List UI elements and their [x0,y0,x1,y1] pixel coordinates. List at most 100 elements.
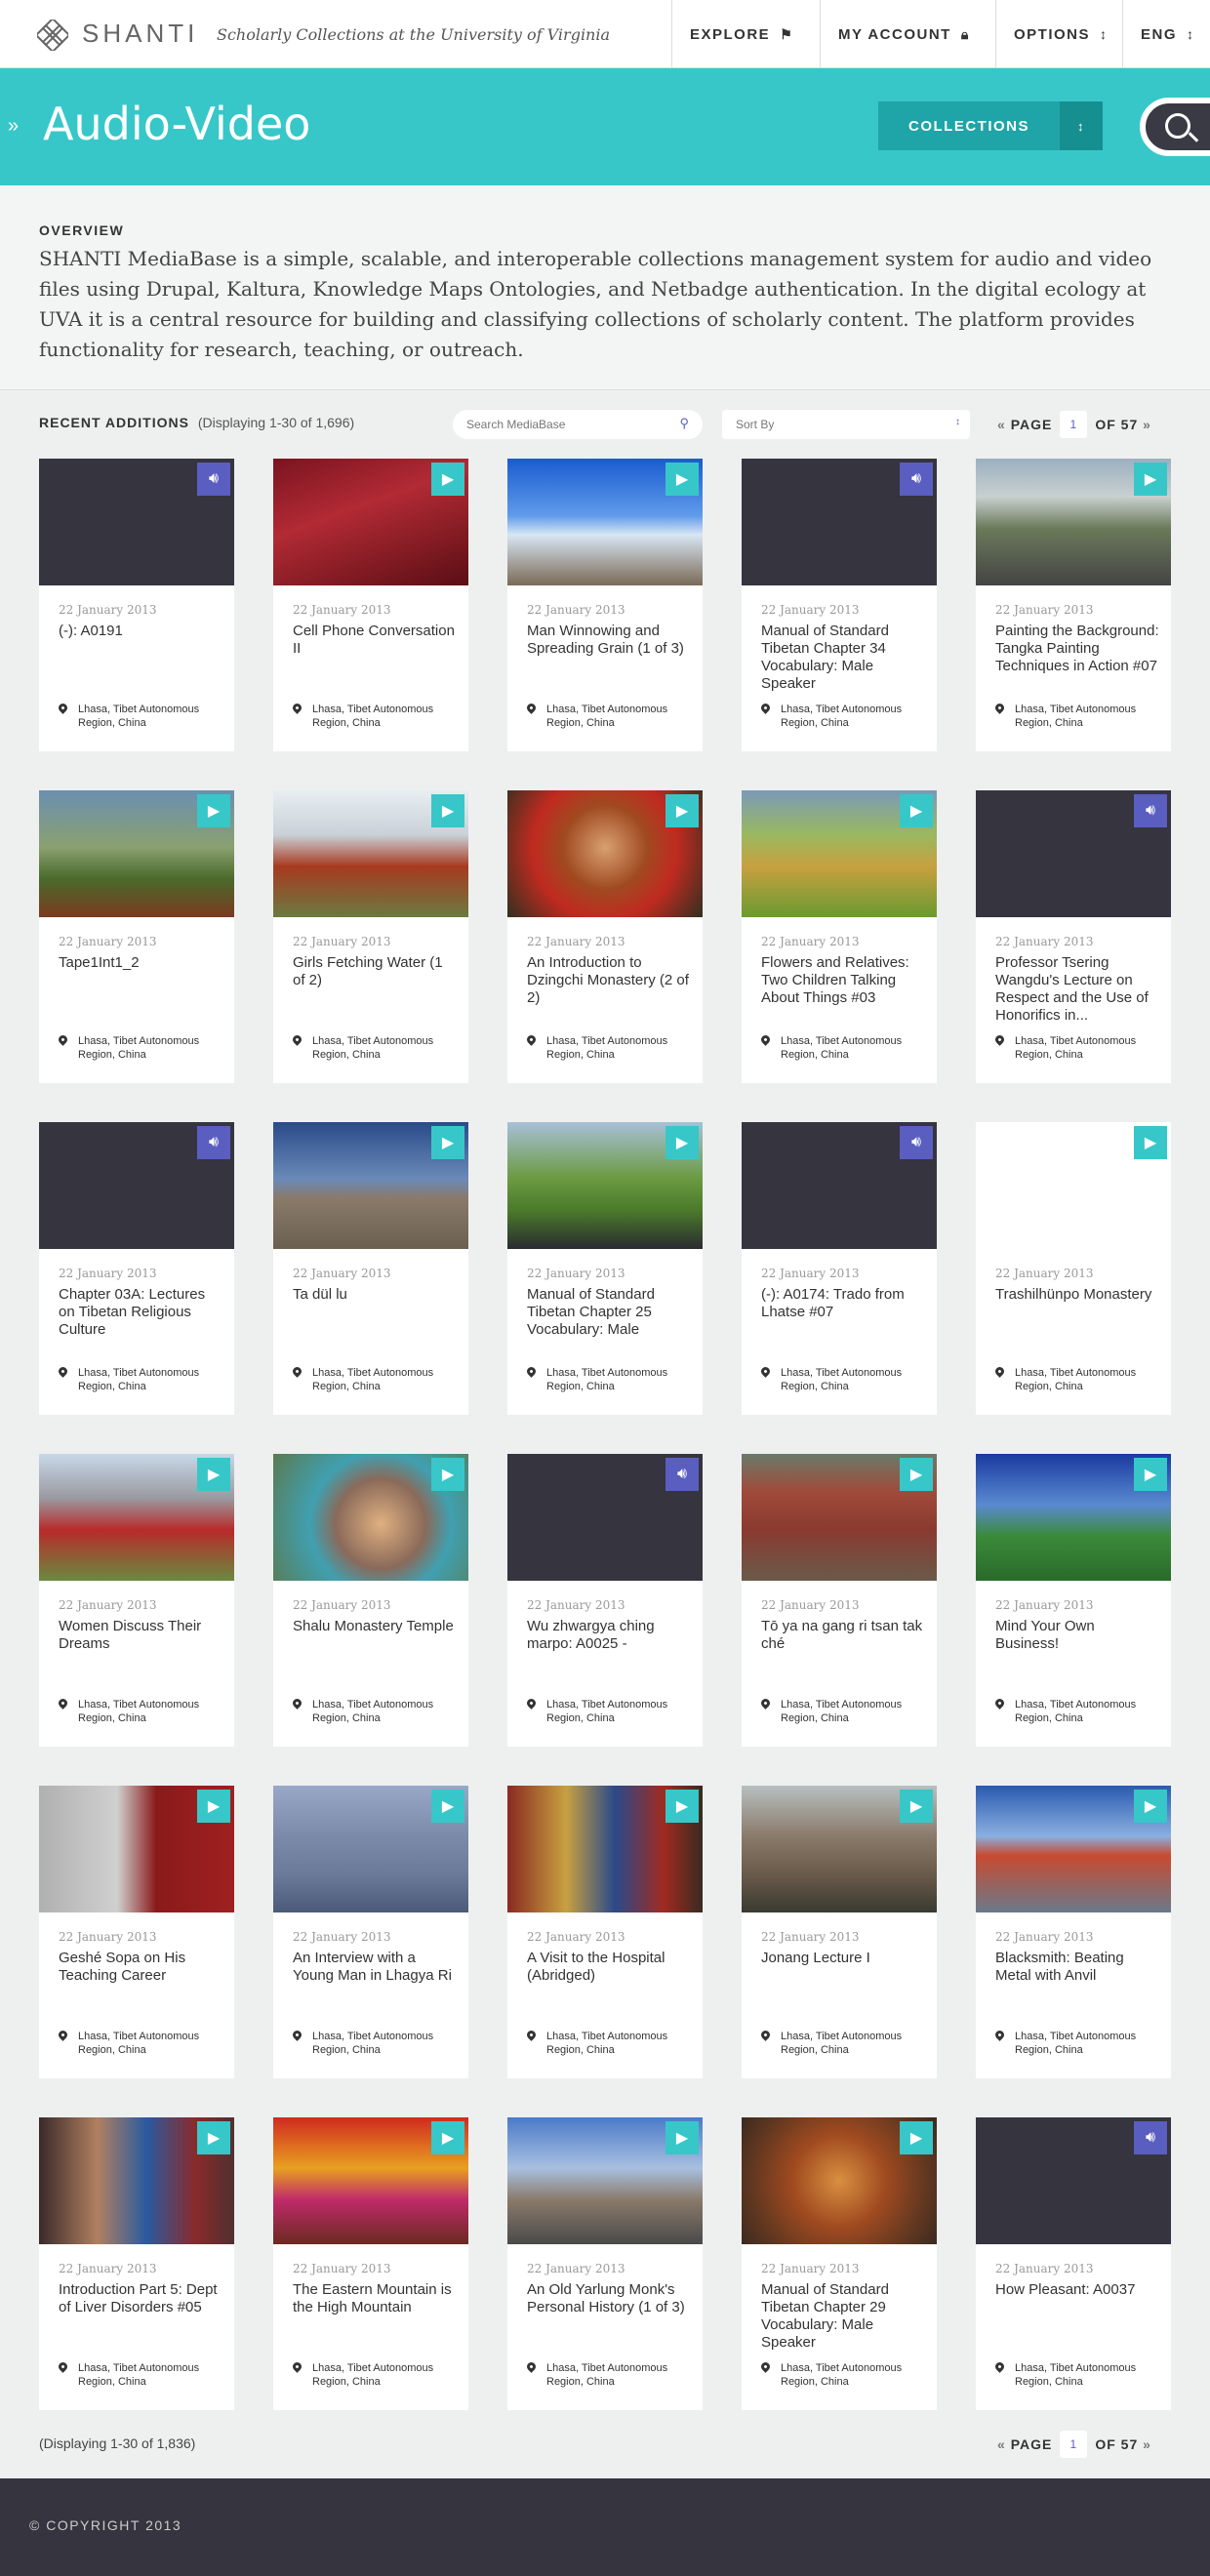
thumbnail-image[interactable]: ▶ [39,790,234,917]
thumbnail-image[interactable]: ▶ [507,459,703,585]
thumbnail-image[interactable]: ▶ [273,1122,468,1249]
thumbnail-image[interactable]: ▶ [273,1454,468,1581]
media-card[interactable]: ▶ 22 January 2013 Tape1Int1_2 Lhasa, Tibet … [39,790,234,1083]
card-title[interactable]: Wu zhwargya ching marpo: A0025 - [527,1618,691,1653]
expand-sidebar-icon[interactable]: » [8,115,19,138]
audio-placeholder-thumbnail[interactable]: 🔊︎ [39,1122,234,1249]
media-card[interactable]: 🔊︎ 22 January 2013 (-): A0174: Trado from … [742,1122,937,1415]
media-card[interactable]: ▶ 22 January 2013 Jonang Lecture I Lhasa, T… [742,1786,937,2078]
nav-explore[interactable]: EXPLORE ⚑ [671,0,820,68]
card-title[interactable]: Painting the Background: Tangka Painting… [995,623,1159,675]
thumbnail-image[interactable]: ▶ [507,1786,703,1912]
thumbnail-image[interactable]: ▶ [273,1786,468,1912]
media-card[interactable]: ▶ 22 January 2013 An Old Yarlung Monk's Pe… [507,2117,703,2410]
thumbnail-image[interactable]: ▶ [39,1786,234,1912]
card-title[interactable]: Women Discuss Their Dreams [59,1618,222,1653]
card-title[interactable]: An Interview with a Young Man in Lhagya … [293,1950,457,1985]
card-title[interactable]: Professor Tsering Wangdu's Lecture on Re… [995,954,1159,1025]
thumbnail-image[interactable]: ▶ [273,790,468,917]
thumbnail-image[interactable]: ▶ [976,1122,1171,1249]
next-page-icon[interactable]: » [1143,417,1151,432]
media-card[interactable]: ▶ 22 January 2013 Women Discuss Their Drea… [39,1454,234,1747]
thumbnail-image[interactable]: ▶ [507,790,703,917]
media-card[interactable]: ▶ 22 January 2013 Painting the Background:… [976,459,1171,751]
media-card[interactable]: 🔊︎ 22 January 2013 (-): A0191 Lhasa, Tibet … [39,459,234,751]
media-card[interactable]: ▶ 22 January 2013 Manual of Standard Tibet… [742,2117,937,2410]
media-card[interactable]: ▶ 22 January 2013 Blacksmith: Beating Meta… [976,1786,1171,2078]
thumbnail-image[interactable]: ▶ [273,459,468,585]
thumbnail-image[interactable]: ▶ [273,2117,468,2244]
shanti-logo-icon[interactable] [37,20,68,51]
media-card[interactable]: ▶ 22 January 2013 Flowers and Relatives: T… [742,790,937,1083]
media-card[interactable]: ▶ 22 January 2013 Tō ya na gang ri tsan ta… [742,1454,937,1747]
media-card[interactable]: ▶ 22 January 2013 Shalu Monastery Temple Lh… [273,1454,468,1747]
card-title[interactable]: Man Winnowing and Spreading Grain (1 of … [527,623,691,658]
card-title[interactable]: Geshé Sopa on His Teaching Career [59,1950,222,1985]
card-title[interactable]: An Old Yarlung Monk's Personal History (… [527,2281,691,2316]
card-title[interactable]: Manual of Standard Tibetan Chapter 34 Vo… [761,623,925,693]
media-card[interactable]: ▶ 22 January 2013 Cell Phone Conversation … [273,459,468,751]
next-page-icon[interactable]: » [1143,2436,1151,2452]
search-icon[interactable]: ⚲ [679,416,689,431]
media-card[interactable]: ▶ 22 January 2013 An Interview with a Youn… [273,1786,468,2078]
media-card[interactable]: ▶ 22 January 2013 Trashilhünpo Monastery Lh… [976,1122,1171,1415]
media-card[interactable]: 🔊︎ 22 January 2013 How Pleasant: A0037 Lhas… [976,2117,1171,2410]
audio-placeholder-thumbnail[interactable]: 🔊︎ [976,2117,1171,2244]
audio-placeholder-thumbnail[interactable]: 🔊︎ [742,1122,937,1249]
audio-placeholder-thumbnail[interactable]: 🔊︎ [507,1454,703,1581]
media-card[interactable]: ▶ 22 January 2013 Man Winnowing and Spread… [507,459,703,751]
card-title[interactable]: How Pleasant: A0037 [995,2281,1159,2299]
card-title[interactable]: (-): A0191 [59,623,222,640]
media-card[interactable]: ▶ 22 January 2013 Girls Fetching Water (1 … [273,790,468,1083]
media-card[interactable]: ▶ 22 January 2013 The Eastern Mountain is … [273,2117,468,2410]
audio-placeholder-thumbnail[interactable]: 🔊︎ [742,459,937,585]
card-title[interactable]: Tō ya na gang ri tsan tak ché [761,1618,925,1653]
card-title[interactable]: Trashilhünpo Monastery [995,1286,1159,1304]
thumbnail-image[interactable]: ▶ [507,2117,703,2244]
media-card[interactable]: ▶ 22 January 2013 Ta dül lu Lhasa, Tibet Au… [273,1122,468,1415]
thumbnail-image[interactable]: ▶ [507,1122,703,1249]
brand-name[interactable]: SHANTI [82,19,198,49]
card-title[interactable]: Jonang Lecture I [761,1950,925,1967]
card-title[interactable]: Shalu Monastery Temple [293,1618,457,1635]
media-card[interactable]: 🔊︎ 22 January 2013 Wu zhwargya ching marpo… [507,1454,703,1747]
card-title[interactable]: The Eastern Mountain is the High Mountai… [293,2281,457,2316]
card-title[interactable]: Blacksmith: Beating Metal with Anvil [995,1950,1159,1985]
nav-language[interactable]: ENG ↕ [1122,0,1210,68]
audio-placeholder-thumbnail[interactable]: 🔊︎ [39,459,234,585]
thumbnail-image[interactable]: ▶ [742,2117,937,2244]
page-number-input[interactable]: 1 [1060,411,1088,438]
card-title[interactable]: Manual of Standard Tibetan Chapter 25 Vo… [527,1286,691,1339]
media-card[interactable]: ▶ 22 January 2013 A Visit to the Hospital … [507,1786,703,2078]
card-title[interactable]: Chapter 03A: Lectures on Tibetan Religio… [59,1286,222,1339]
media-card[interactable]: ▶ 22 January 2013 An Introduction to Dzing… [507,790,703,1083]
page-number-input[interactable]: 1 [1060,2431,1088,2458]
prev-page-icon[interactable]: « [997,417,1006,432]
card-title[interactable]: Ta dül lu [293,1286,457,1304]
collections-dropdown[interactable]: COLLECTIONS ↕ [878,101,1103,150]
sort-select[interactable]: Sort By ↕ [722,410,970,439]
nav-my-account[interactable]: MY ACCOUNT 🔒︎ [820,0,995,68]
thumbnail-image[interactable]: ▶ [39,2117,234,2244]
media-card[interactable]: 🔊︎ 22 January 2013 Professor Tsering Wangd… [976,790,1171,1083]
search-input[interactable]: Search MediaBase ⚲ [453,410,703,439]
card-title[interactable]: Tape1Int1_2 [59,954,222,972]
card-title[interactable]: An Introduction to Dzingchi Monastery (2… [527,954,691,1007]
media-card[interactable]: ▶ 22 January 2013 Mind Your Own Business! L… [976,1454,1171,1747]
thumbnail-image[interactable]: ▶ [976,459,1171,585]
media-card[interactable]: 🔊︎ 22 January 2013 Chapter 03A: Lectures o… [39,1122,234,1415]
card-title[interactable]: Introduction Part 5: Dept of Liver Disor… [59,2281,222,2316]
media-card[interactable]: ▶ 22 January 2013 Manual of Standard Tibet… [507,1122,703,1415]
media-card[interactable]: 🔊︎ 22 January 2013 Manual of Standard Tibe… [742,459,937,751]
media-card[interactable]: ▶ 22 January 2013 Introduction Part 5: Dep… [39,2117,234,2410]
card-title[interactable]: Cell Phone Conversation II [293,623,457,658]
prev-page-icon[interactable]: « [997,2436,1006,2452]
thumbnail-image[interactable]: ▶ [742,1786,937,1912]
thumbnail-image[interactable]: ▶ [742,790,937,917]
card-title[interactable]: Girls Fetching Water (1 of 2) [293,954,457,989]
thumbnail-image[interactable]: ▶ [976,1454,1171,1581]
thumbnail-image[interactable]: ▶ [39,1454,234,1581]
card-title[interactable]: A Visit to the Hospital (Abridged) [527,1950,691,1985]
card-title[interactable]: (-): A0174: Trado from Lhatse #07 [761,1286,925,1321]
search-toggle-button[interactable] [1140,98,1210,156]
